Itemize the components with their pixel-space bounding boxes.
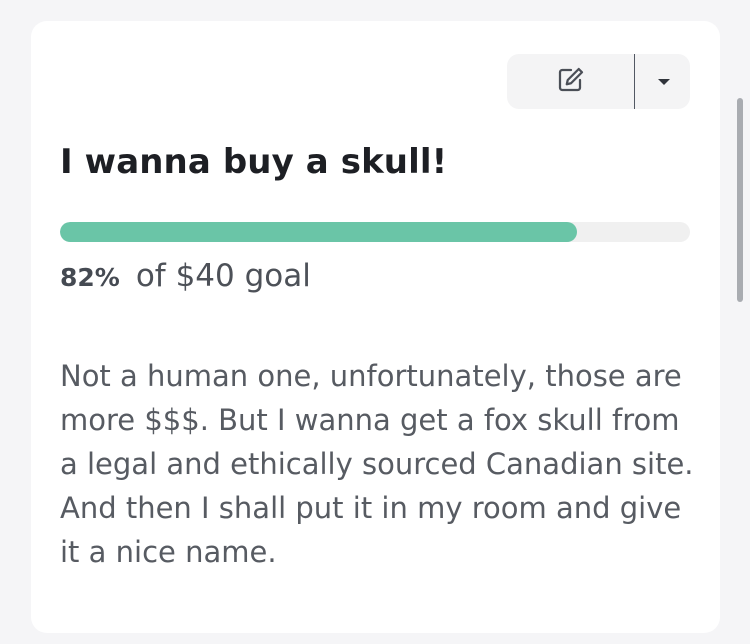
goal-actions — [507, 54, 690, 109]
progress-bar — [60, 222, 690, 242]
progress-fill — [60, 222, 577, 242]
scrollbar[interactable] — [737, 98, 743, 302]
more-options-dropdown[interactable] — [635, 54, 690, 109]
edit-button[interactable] — [507, 54, 634, 109]
goal-amount: of $40 goal — [135, 258, 311, 294]
chevron-down-icon — [657, 78, 670, 85]
edit-icon — [556, 65, 586, 99]
goal-summary: 82% of $40 goal — [60, 258, 311, 294]
goal-description: Not a human one, unfortunately, those ar… — [60, 359, 694, 569]
goal-percent: 82% — [60, 263, 120, 292]
goal-card: I wanna buy a skull! 82% of $40 goal Not… — [31, 21, 720, 633]
goal-title: I wanna buy a skull! — [60, 142, 448, 182]
